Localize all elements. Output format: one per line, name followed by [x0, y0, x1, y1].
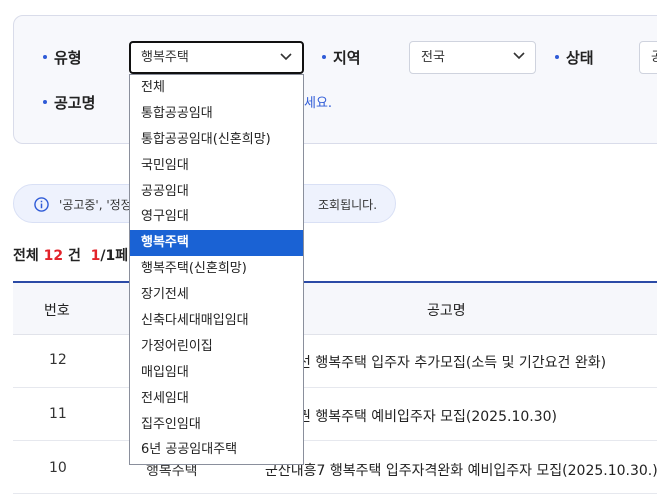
header-num: 번호: [44, 303, 70, 319]
dropdown-option[interactable]: 장기전세: [130, 282, 303, 308]
table-row[interactable]: 12 선 행복주택 입주자 추가모집(소득 및 기간요건 완화): [13, 335, 657, 388]
chevron-down-icon: [513, 52, 525, 60]
status-select[interactable]: 공: [639, 41, 657, 74]
current-page: 1: [90, 248, 101, 264]
info-icon: [34, 197, 49, 212]
region-select-value: 전국: [421, 50, 445, 65]
table-header: 번호 공고명: [13, 283, 657, 335]
chevron-down-icon: [280, 53, 292, 61]
search-filter-panel: [13, 15, 657, 144]
status-filter-label: 상태: [555, 47, 594, 68]
bullet-dot-icon: [322, 55, 326, 59]
dropdown-option[interactable]: 영구임대: [130, 204, 303, 230]
dropdown-option[interactable]: 집주인임대: [130, 412, 303, 438]
bullet-dot-icon: [43, 55, 47, 59]
bullet-dot-icon: [43, 100, 47, 104]
region-select[interactable]: 전국: [409, 41, 536, 74]
row-num: 10: [49, 460, 67, 476]
dropdown-option[interactable]: 통합공공임대: [130, 101, 303, 127]
notice-text-end: 조회됩니다.: [318, 198, 378, 212]
name-filter-label: 공고명: [43, 92, 95, 113]
dropdown-option[interactable]: 행복주택: [130, 230, 303, 257]
row-title-link[interactable]: 군산내흥7 행복주택 입주자격완화 예비입주자 모집(2025.10.30.): [265, 460, 657, 480]
header-title: 공고명: [427, 303, 466, 319]
dropdown-option[interactable]: 국민임대: [130, 153, 303, 179]
type-dropdown-list: 전체 통합공공임대 통합공공임대(신혼희망) 국민임대 공공임대 영구임대 행복주택 행복주택…: [129, 74, 304, 465]
row-title-link[interactable]: 권 행복주택 예비입주자 모집(2025.10.30): [298, 406, 557, 426]
table-row[interactable]: 10 행복주택 군산내흥7 행복주택 입주자격완화 예비입주자 모집(2025.…: [13, 441, 657, 494]
notice-text-start: '공고중', '정정: [59, 198, 132, 212]
type-filter-label: 유형: [43, 47, 82, 68]
dropdown-option[interactable]: 전세임대: [130, 386, 303, 412]
name-input-hint: 세요.: [304, 96, 333, 111]
dropdown-option[interactable]: 공공임대: [130, 179, 303, 205]
row-title-link[interactable]: 선 행복주택 입주자 추가모집(소득 및 기간요건 완화): [298, 352, 606, 372]
region-filter-label: 지역: [322, 47, 361, 68]
type-select-value: 행복주택: [141, 50, 189, 65]
table-row[interactable]: 11 권 행복주택 예비입주자 모집(2025.10.30): [13, 388, 657, 441]
row-num: 11: [49, 406, 67, 422]
row-num: 12: [49, 352, 67, 368]
dropdown-option[interactable]: 통합공공임대(신혼희망): [130, 127, 303, 153]
dropdown-option[interactable]: 전체: [130, 75, 303, 101]
dropdown-option[interactable]: 6년 공공임대주택: [130, 437, 303, 463]
total-count: 12: [43, 248, 64, 264]
type-select[interactable]: 행복주택: [129, 41, 304, 74]
status-select-value: 공: [651, 50, 657, 65]
bullet-dot-icon: [555, 55, 559, 59]
dropdown-option[interactable]: 가정어린이집: [130, 334, 303, 360]
dropdown-option[interactable]: 매입임대: [130, 360, 303, 386]
dropdown-option[interactable]: 신축다세대매입임대: [130, 308, 303, 334]
result-count: 전체 12 건 1/1페이: [13, 248, 142, 264]
dropdown-option[interactable]: 행복주택(신혼희망): [130, 256, 303, 282]
